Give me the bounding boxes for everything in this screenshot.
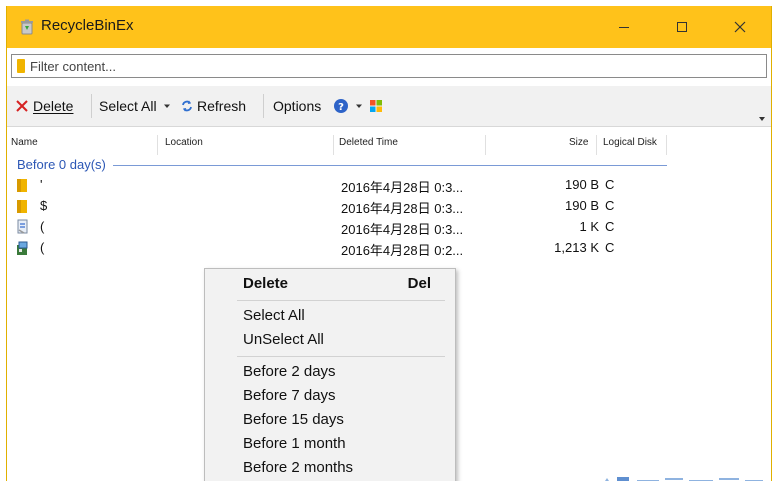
folder-icon [17,200,27,213]
row-name: $ [40,198,48,213]
group-header[interactable]: Before 0 day(s) [17,157,106,172]
column-divider[interactable] [485,135,486,155]
row-deleted-time: 2016年4月28日 0:3... [341,180,464,195]
row-name: ( [40,240,45,255]
maximize-button[interactable] [659,6,705,48]
row-size: 190 B [565,177,599,192]
filter-box[interactable] [11,54,767,78]
column-divider[interactable] [157,135,158,155]
help-button[interactable]: ? [333,96,383,116]
select-all-button[interactable]: Select All [99,96,171,116]
delete-label: Delete [33,98,74,114]
table-row[interactable]: $ 2016年4月28日 0:3... 190 B C [7,196,667,217]
row-size: 1,213 K [554,240,599,255]
app-window: RecycleBinEx Delete Select All Refresh [6,6,772,481]
context-menu-delete[interactable]: Delete [243,275,288,292]
context-menu-unselect-all[interactable]: UnSelect All [243,331,324,348]
context-menu-before-7-days[interactable]: Before 7 days [243,387,336,404]
row-deleted-time: 2016年4月28日 0:3... [341,201,464,216]
context-menu-before-2-days[interactable]: Before 2 days [243,363,336,380]
row-name: ( [40,219,45,234]
minimize-icon [619,27,629,28]
document-icon [17,219,28,234]
column-divider[interactable] [596,135,597,155]
row-disk: C [605,177,615,192]
options-label: Options [273,98,322,114]
folder-icon [17,179,27,192]
delete-x-icon [16,100,28,112]
title-bar[interactable]: RecycleBinEx [7,6,771,48]
table-row[interactable]: ' 2016年4月28日 0:3... 190 B C [7,175,667,196]
column-location[interactable]: Location [165,137,203,148]
toolbar-overflow-arrow-icon[interactable] [759,116,765,122]
column-divider[interactable] [333,135,334,155]
context-menu-select-all[interactable]: Select All [243,307,305,324]
context-menu-before-1-month[interactable]: Before 1 month [243,435,346,452]
minimize-button[interactable] [601,6,647,48]
recycle-bin-app-icon [21,19,33,35]
delete-shortcut: Del [407,275,431,292]
refresh-button[interactable]: Refresh [181,96,246,116]
row-size: 190 B [565,198,599,213]
row-deleted-time: 2016年4月28日 0:2... [341,243,464,258]
context-menu-before-2-months[interactable]: Before 2 months [243,459,353,476]
close-icon [734,21,746,33]
context-menu-before-15-days[interactable]: Before 15 days [243,411,344,428]
svg-text:?: ? [338,102,344,113]
column-logical-disk[interactable]: Logical Disk [603,137,657,148]
row-size: 1 K [579,219,599,234]
filter-folder-icon [17,59,25,73]
refresh-label: Refresh [197,98,247,114]
row-disk: C [605,219,615,234]
toolbar-separator [263,94,264,118]
filter-input[interactable] [30,57,750,75]
installer-icon [17,241,28,255]
group-divider [113,165,667,166]
dropdown-arrow-icon[interactable] [163,102,171,110]
row-disk: C [605,198,615,213]
select-all-label: Select All [99,98,157,114]
menu-separator [237,300,445,301]
watermark-logo [605,477,763,481]
column-divider[interactable] [666,135,667,155]
windows-flag-icon[interactable] [369,99,383,113]
row-deleted-time: 2016年4月28日 0:3... [341,222,464,237]
options-button[interactable]: Options [273,96,321,116]
refresh-icon [182,100,192,112]
column-deleted-time[interactable]: Deleted Time [339,137,398,148]
window-title: RecycleBinEx [41,17,134,34]
delete-button[interactable]: Delete [15,96,73,116]
column-size[interactable]: Size [569,137,588,148]
table-row[interactable]: ( 2016年4月28日 0:2... 1,213 K C [7,238,667,259]
help-icon: ? [334,99,348,113]
dropdown-arrow-icon[interactable] [355,102,363,110]
close-button[interactable] [717,6,763,48]
toolbar: Delete Select All Refresh Options ? [7,86,771,127]
maximize-icon [677,22,687,32]
table-row[interactable]: ( 2016年4月28日 0:3... 1 K C [7,217,667,238]
column-name[interactable]: Name [11,137,38,148]
toolbar-separator [91,94,92,118]
context-menu: Delete Del Select All UnSelect All Befor… [204,268,456,481]
column-headers: Name Location Deleted Time Size Logical … [7,133,667,155]
row-disk: C [605,240,615,255]
row-name: ' [40,177,43,192]
menu-separator [237,356,445,357]
